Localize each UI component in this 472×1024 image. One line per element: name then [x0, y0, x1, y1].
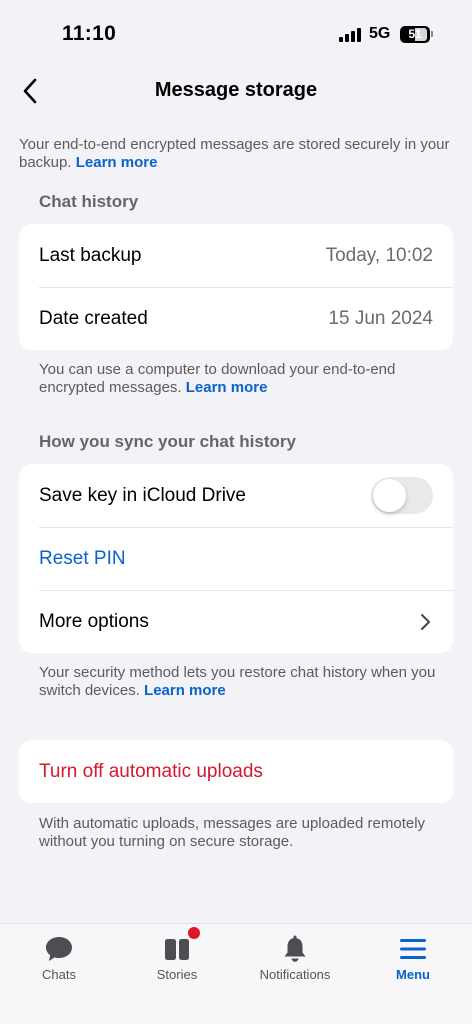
tab-menu[interactable]: Menu: [354, 924, 472, 994]
tab-chats[interactable]: Chats: [0, 924, 118, 994]
chat-history-footnote: You can use a computer to download your …: [39, 361, 396, 396]
intro-text: Your end-to-end encrypted messages are s…: [19, 136, 450, 171]
save-key-row: Save key in iCloud Drive: [19, 464, 453, 527]
date-created-value: 15 Jun 2024: [328, 307, 433, 329]
sync-footnote: Your security method lets you restore ch…: [39, 664, 436, 699]
learn-more-link[interactable]: Learn more: [76, 154, 158, 171]
more-options-row[interactable]: More options: [19, 590, 453, 653]
reset-pin-button[interactable]: Reset PIN: [39, 548, 433, 570]
sync-card: Save key in iCloud Drive Reset PIN More …: [19, 464, 453, 653]
date-created-row: Date created 15 Jun 2024: [19, 287, 453, 350]
chevron-right-icon: [421, 613, 430, 630]
battery-icon: 51: [400, 26, 430, 43]
learn-more-link[interactable]: Learn more: [144, 682, 226, 699]
network-type: 5G: [369, 25, 391, 42]
chat-bubble-icon: [46, 937, 72, 961]
learn-more-link[interactable]: Learn more: [186, 379, 268, 396]
status-time: 11:10: [62, 22, 117, 45]
tab-bar: Chats Stories Notifications Menu: [0, 923, 472, 1024]
page-title: Message storage: [154, 79, 318, 101]
battery-level: 51: [408, 27, 422, 41]
status-bar: 11:10 5G 51: [0, 0, 472, 70]
save-key-toggle[interactable]: [371, 477, 433, 514]
tab-stories[interactable]: Stories: [118, 924, 236, 994]
stories-icon: [165, 939, 189, 960]
toggle-knob: [373, 479, 406, 512]
uploads-card: Turn off automatic uploads: [19, 740, 453, 803]
last-backup-value: Today, 10:02: [325, 244, 433, 266]
chat-history-card: Last backup Today, 10:02 Date created 15…: [19, 224, 453, 350]
chat-history-header: Chat history: [39, 192, 139, 211]
uploads-footnote: With automatic uploads, messages are upl…: [39, 815, 426, 850]
signal-icon: [339, 28, 361, 42]
turn-off-uploads-button[interactable]: Turn off automatic uploads: [39, 761, 433, 783]
reset-pin-row[interactable]: Reset PIN: [19, 527, 453, 590]
tab-notifications[interactable]: Notifications: [236, 924, 354, 994]
stories-badge-dot: [188, 927, 200, 939]
turn-off-uploads-row[interactable]: Turn off automatic uploads: [19, 740, 453, 803]
bell-icon: [284, 935, 306, 962]
sync-header: How you sync your chat history: [39, 432, 296, 451]
last-backup-row: Last backup Today, 10:02: [39, 244, 433, 266]
menu-icon: [400, 939, 426, 959]
